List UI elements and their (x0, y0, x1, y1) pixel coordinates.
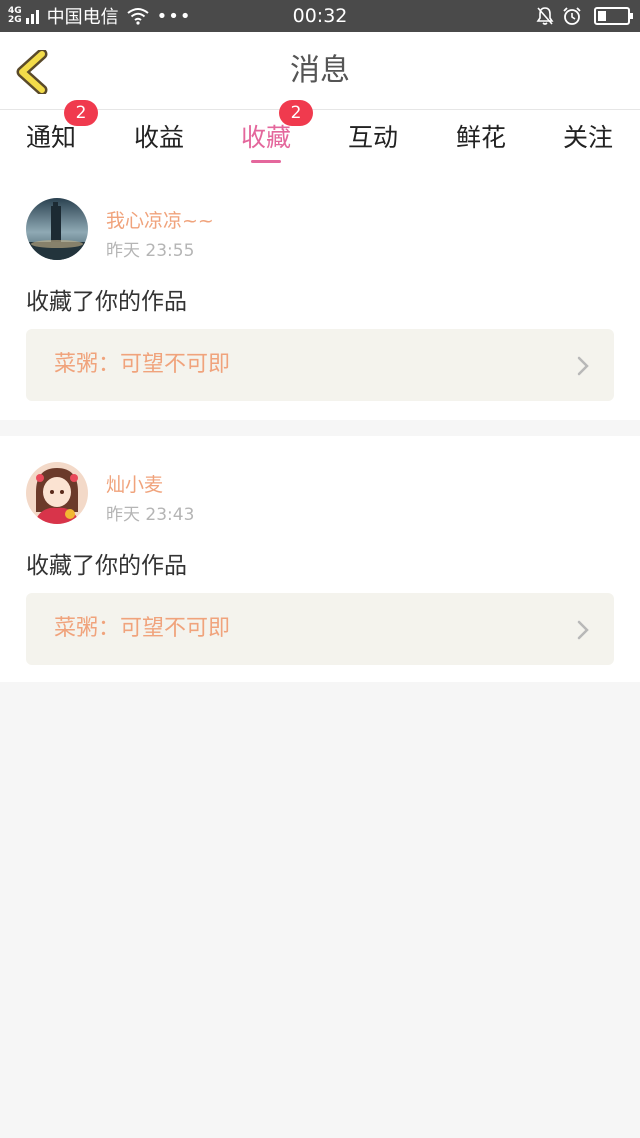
tab-earnings[interactable]: 收益 (114, 110, 204, 172)
action-text: 收藏了你的作品 (26, 553, 187, 579)
tab-interactions[interactable]: 互动 (328, 110, 418, 172)
message-time: 昨天 23:43 (106, 505, 195, 525)
tab-label: 关注 (562, 123, 613, 152)
category-tabs: 通知 2 收益 收藏 2 互动 鲜花 关注 (0, 100, 640, 172)
message-time: 昨天 23:55 (106, 241, 195, 261)
active-tab-indicator (251, 160, 281, 163)
chevron-right-icon (577, 356, 589, 376)
tab-label: 鲜花 (455, 123, 506, 152)
tab-following[interactable]: 关注 (543, 110, 633, 172)
work-title: 菜粥：可望不可即 (54, 352, 231, 377)
app-root: 4G 2G 中国电信 ••• 00:32 消息 通知 2 收益 收藏 2 互动 … (0, 0, 640, 1138)
message-card: 灿小麦 昨天 23:43 收藏了你的作品 菜粥：可望不可即 (0, 436, 640, 682)
action-text: 收藏了你的作品 (26, 289, 187, 315)
username[interactable]: 我心凉凉~~ (106, 206, 214, 233)
work-link[interactable]: 菜粥：可望不可即 (26, 593, 614, 665)
tab-flowers[interactable]: 鲜花 (436, 110, 526, 172)
status-bar-right (528, 0, 633, 32)
battery-level (598, 11, 606, 21)
battery-icon (594, 7, 633, 25)
tab-notifications[interactable]: 通知 2 (6, 100, 98, 172)
top-nav-bar: 消息 (0, 32, 640, 110)
status-bar: 4G 2G 中国电信 ••• 00:32 (0, 0, 640, 32)
alarm-clock-icon (563, 7, 581, 25)
tab-favorites[interactable]: 收藏 2 (221, 100, 313, 172)
unread-badge: 2 (279, 100, 313, 126)
message-card: 我心凉凉~~ 昨天 23:55 收藏了你的作品 菜粥：可望不可即 (0, 172, 640, 420)
avatar[interactable] (26, 198, 88, 260)
work-link[interactable]: 菜粥：可望不可即 (26, 329, 614, 401)
tab-label: 互动 (347, 123, 398, 152)
chevron-right-icon (577, 620, 589, 640)
username[interactable]: 灿小麦 (106, 470, 163, 497)
silent-bell-icon (536, 7, 554, 25)
work-title: 菜粥：可望不可即 (54, 616, 231, 641)
page-title: 消息 (290, 53, 350, 88)
tab-label: 收益 (133, 123, 184, 152)
unread-badge: 2 (64, 100, 98, 126)
avatar[interactable] (26, 462, 88, 524)
